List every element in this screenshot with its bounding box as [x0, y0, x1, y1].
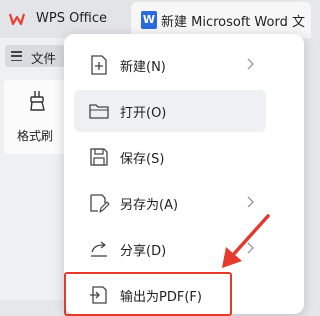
- format-painter-button[interactable]: 格式刷: [4, 80, 68, 154]
- chevron-right-icon: [247, 196, 254, 208]
- red-highlight-box: [64, 272, 232, 316]
- hamburger-icon: [11, 51, 22, 62]
- new-doc-icon: [91, 55, 107, 75]
- tab-word-document[interactable]: W 新建 Microsoft Word 文: [131, 2, 311, 38]
- save-icon: [90, 148, 108, 166]
- menu-item-open[interactable]: 打开(O): [74, 90, 266, 132]
- menu-item-share-label: 分享(D): [120, 244, 167, 259]
- chevron-right-icon: [247, 58, 254, 70]
- menu-item-share[interactable]: 分享(D): [74, 228, 266, 270]
- folder-icon: [89, 104, 109, 119]
- tab-wps-office[interactable]: WPS Office: [0, 0, 128, 38]
- tab-doc-label: 新建 Microsoft Word 文: [161, 15, 305, 30]
- tab-wps-label: WPS Office: [36, 11, 108, 26]
- format-painter-label: 格式刷: [17, 129, 54, 143]
- file-dropdown-menu: 新建(N) 打开(O) 保存(S) 另存为(A) 分享(D) 输出为PDF(F): [64, 34, 304, 316]
- save-as-icon: [90, 194, 110, 213]
- file-menu-button[interactable]: 文件: [5, 45, 65, 67]
- tab-bar: WPS Office W 新建 Microsoft Word 文: [0, 0, 311, 38]
- menu-item-save-as[interactable]: 另存为(A): [74, 182, 266, 224]
- wps-logo-icon: [9, 13, 25, 26]
- menu-item-open-label: 打开(O): [120, 106, 167, 121]
- word-doc-icon: W: [141, 11, 157, 29]
- menu-item-new-label: 新建(N): [120, 60, 166, 75]
- format-painter-icon: [30, 91, 45, 111]
- share-icon: [91, 241, 107, 257]
- chevron-right-icon: [247, 242, 254, 254]
- menu-item-save[interactable]: 保存(S): [74, 136, 266, 178]
- menu-item-new[interactable]: 新建(N): [74, 44, 266, 86]
- menu-item-save-label: 保存(S): [120, 152, 165, 167]
- file-menu-label: 文件: [31, 51, 57, 66]
- menu-item-save-as-label: 另存为(A): [120, 198, 179, 213]
